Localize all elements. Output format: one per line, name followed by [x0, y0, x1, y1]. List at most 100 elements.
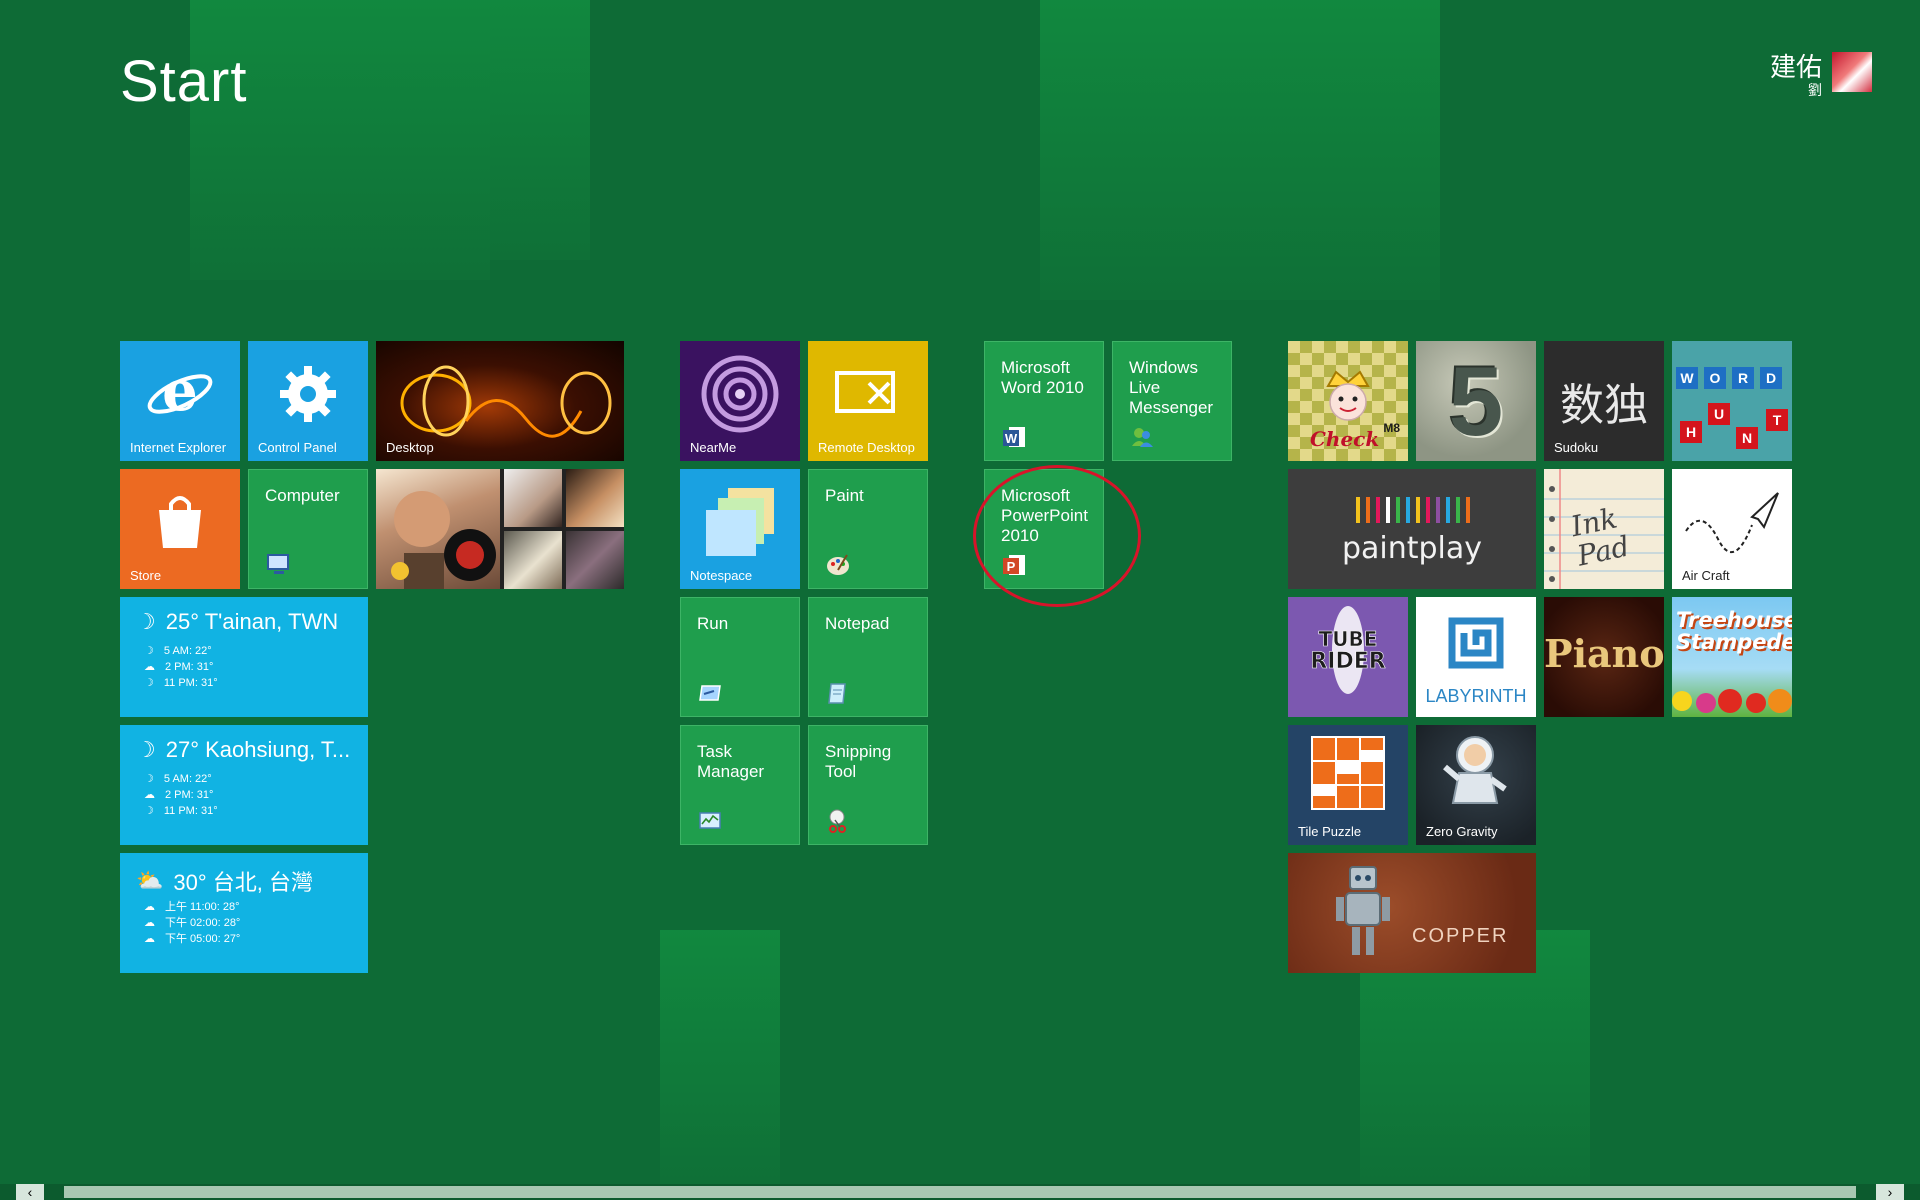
user-last-name: 劉: [1808, 82, 1822, 98]
forecast-text: 5 AM: 22°: [163, 773, 212, 785]
shopping-bag-icon: [159, 495, 201, 548]
moon-icon: ☽: [144, 645, 154, 657]
tile-tube-rider[interactable]: TUBE RIDER: [1288, 597, 1408, 717]
sun-cloud-icon: ⛅: [136, 868, 164, 893]
tile-notespace[interactable]: Notespace: [680, 469, 800, 589]
letter-tile: U: [1708, 403, 1730, 425]
forecast-row: ☽ 5 AM: 22°: [144, 771, 218, 787]
tile-sudoku[interactable]: 数独 Sudoku: [1544, 341, 1664, 461]
tile-weather-taipei[interactable]: ⛅ 30° 台北, 台灣 ☁ 上午 11:00: 28° ☁ 下午 02:00: 28…: [120, 853, 368, 973]
word-icon: W: [1003, 427, 1025, 447]
tile-word-hunt[interactable]: W O R D H U N T: [1672, 341, 1792, 461]
forecast-text: 5 AM: 22°: [163, 645, 212, 657]
tile-air-craft[interactable]: Air Craft: [1672, 469, 1792, 589]
labyrinth-icon: [1448, 617, 1504, 669]
word-hunt-grid: W O R D H U N T: [1672, 341, 1792, 461]
tile-paint[interactable]: Paint: [808, 469, 928, 589]
tile-labyrinth[interactable]: LABYRINTH: [1416, 597, 1536, 717]
cloud-icon: ☁: [144, 789, 155, 801]
scroll-left-arrow-icon[interactable]: ‹: [16, 1184, 44, 1200]
astronaut-icon: [1443, 736, 1507, 804]
tile-label: Internet Explorer: [130, 440, 227, 455]
tile-control-panel[interactable]: Control Panel: [248, 341, 368, 461]
tile-run[interactable]: Run: [680, 597, 800, 717]
tile-ink-pad[interactable]: Ink Pad: [1544, 469, 1664, 589]
people-photo: [504, 531, 562, 589]
tile-store[interactable]: Store: [120, 469, 240, 589]
tile-label: Zero Gravity: [1426, 824, 1498, 839]
tile-notepad[interactable]: Notepad: [808, 597, 928, 717]
moon-icon: ☽: [136, 737, 156, 762]
paper-plane-icon: [1685, 492, 1779, 553]
tile-label: Paint: [825, 486, 864, 505]
tile-remote-desktop[interactable]: Remote Desktop: [808, 341, 928, 461]
moon-icon: ☽: [144, 805, 154, 817]
gear-icon: [280, 365, 336, 422]
tile-tile-puzzle[interactable]: Tile Puzzle: [1288, 725, 1408, 845]
tile-label: Sudoku: [1554, 440, 1599, 455]
tube-rider-text-top: TUBE: [1319, 627, 1378, 651]
letter-tile: R: [1732, 367, 1754, 389]
computer-icon: [267, 554, 289, 574]
tile-windows-live-messenger[interactable]: Windows Live Messenger: [1112, 341, 1232, 461]
scroll-right-arrow-icon[interactable]: ›: [1876, 1184, 1904, 1200]
weather-forecast: ☽ 5 AM: 22° ☁ 2 PM: 31° ☽ 11 PM: 31°: [144, 643, 218, 691]
tile-computer[interactable]: Computer: [248, 469, 368, 589]
tile-label: Desktop: [386, 440, 434, 455]
forecast-text: 上午 11:00: 28°: [165, 901, 240, 913]
tile-snipping-tool[interactable]: Snipping Tool: [808, 725, 928, 845]
tile-copper[interactable]: COPPER: [1288, 853, 1536, 973]
moon-icon: ☽: [144, 773, 154, 785]
tile-label: Air Craft: [1682, 568, 1730, 583]
tile-desktop[interactable]: Desktop: [376, 341, 624, 461]
tile-label: NearMe: [690, 440, 737, 455]
weather-forecast: ☽ 5 AM: 22° ☁ 2 PM: 31° ☽ 11 PM: 31°: [144, 771, 218, 819]
tile-weather-kaohsiung[interactable]: ☽ 27° Kaohsiung, T... ☽ 5 AM: 22° ☁ 2 PM: 3…: [120, 725, 368, 845]
piano-wordmark: Piano: [1544, 631, 1664, 676]
weather-current: 30° 台北, 台灣: [173, 870, 314, 895]
tile-five[interactable]: 5: [1416, 341, 1536, 461]
tile-microsoft-word-2010[interactable]: Microsoft Word 2010 W: [984, 341, 1104, 461]
tile-treehouse-stampede[interactable]: Treehouse Stampede!: [1672, 597, 1792, 717]
paintplay-wordmark: paintplay: [1341, 531, 1483, 566]
treehouse-wordmark: Treehouse Stampede!: [1676, 608, 1792, 654]
bg-band: [190, 0, 490, 280]
letter-tile: H: [1680, 421, 1702, 443]
palette-icon: [827, 554, 849, 575]
avatar[interactable]: [1832, 52, 1872, 92]
messenger-icon: [1132, 428, 1153, 447]
scroll-thumb[interactable]: [64, 1186, 1856, 1198]
user-names: 建佑 劉: [1770, 52, 1822, 98]
tile-task-manager[interactable]: Task Manager: [680, 725, 800, 845]
tile-piano[interactable]: Piano: [1544, 597, 1664, 717]
weather-current: 27° Kaohsiung, T...: [165, 737, 351, 762]
weather-forecast: ☁ 上午 11:00: 28° ☁ 下午 02:00: 28° ☁ 下午 05:00:…: [144, 899, 240, 947]
tile-nearme[interactable]: NearMe: [680, 341, 800, 461]
people-photo: [566, 469, 624, 527]
tube-rider-text-bottom: RIDER: [1310, 649, 1385, 674]
people-photo: [566, 531, 624, 589]
forecast-text: 2 PM: 31°: [165, 789, 214, 801]
forecast-row: ☁ 2 PM: 31°: [144, 659, 218, 675]
tile-zero-gravity[interactable]: Zero Gravity: [1416, 725, 1536, 845]
tile-paintplay[interactable]: paintplay: [1288, 469, 1536, 589]
horizontal-scrollbar[interactable]: ‹ ›: [0, 1184, 1920, 1200]
letter-tile: O: [1704, 367, 1726, 389]
tile-label: Snipping Tool: [825, 742, 892, 781]
sticky-notes-icon: [706, 487, 774, 556]
tile-weather-tainan[interactable]: ☽ 25° T'ainan, TWN ☽ 5 AM: 22° ☁ 2 PM: 31° …: [120, 597, 368, 717]
internet-explorer-icon: e: [147, 362, 213, 424]
forecast-row: ☽ 5 AM: 22°: [144, 643, 218, 659]
forecast-row: ☁ 下午 02:00: 28°: [144, 915, 240, 931]
people-face-icon: [391, 491, 496, 589]
user-account[interactable]: 建佑 劉: [1770, 52, 1872, 98]
tile-internet-explorer[interactable]: e Internet Explorer: [120, 341, 240, 461]
tile-label: Tile Puzzle: [1298, 824, 1362, 839]
tile-check-m8[interactable]: Check M8: [1288, 341, 1408, 461]
labyrinth-wordmark: LABYRINTH: [1425, 686, 1527, 706]
bg-band: [1040, 0, 1440, 300]
forecast-row: ☁ 下午 05:00: 27°: [144, 931, 240, 947]
tile-people[interactable]: [376, 469, 624, 589]
svg-text:W: W: [1005, 431, 1018, 446]
run-icon: [699, 685, 721, 701]
